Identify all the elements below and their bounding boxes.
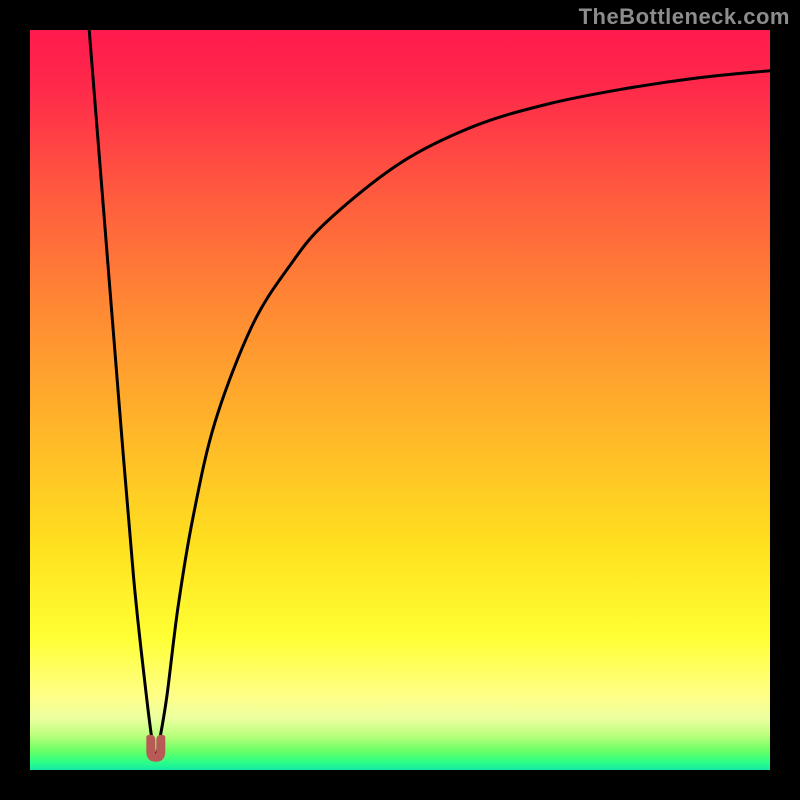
chart-frame: TheBottleneck.com [0, 0, 800, 800]
plot-area [30, 30, 770, 770]
watermark-text: TheBottleneck.com [579, 4, 790, 30]
curve-layer [30, 30, 770, 770]
bottleneck-curve [89, 30, 770, 755]
min-marker [147, 735, 165, 761]
